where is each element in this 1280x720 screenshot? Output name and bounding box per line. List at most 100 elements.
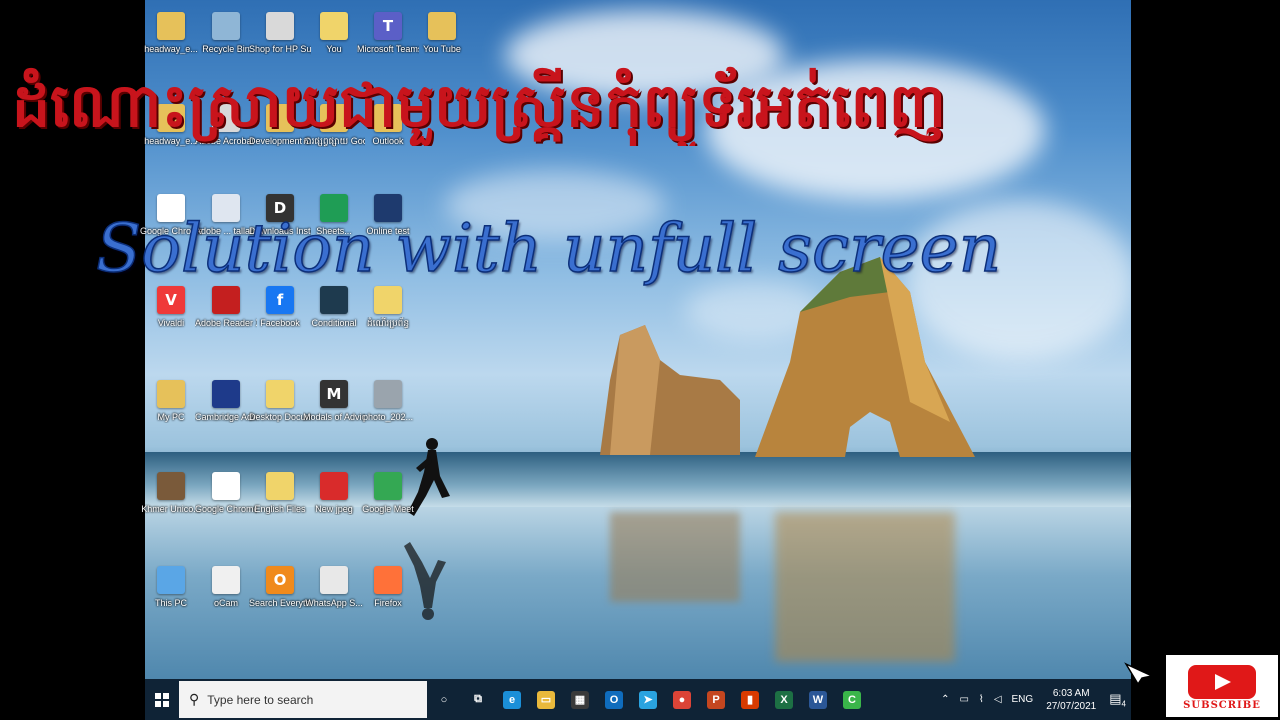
search-placeholder: Type here to search <box>207 692 314 707</box>
network-icon[interactable]: ⌇ <box>979 694 984 705</box>
desktop-icon-label: Cambridge Advanced... <box>195 412 257 422</box>
word-icon: W <box>809 690 827 709</box>
desktop-icon-label: WhatsApp S... <box>305 598 363 608</box>
clock-date: 27/07/2021 <box>1046 700 1097 712</box>
app-icon: f <box>266 286 294 314</box>
camtasia-icon: C <box>843 690 861 709</box>
desktop-icon-label: Recycle Bin <box>202 44 250 54</box>
clock[interactable]: 6:03 AM 27/07/2021 <box>1046 687 1096 713</box>
outlook-icon: O <box>605 690 623 709</box>
taskbar-app-edge[interactable]: e <box>495 679 529 720</box>
desktop-icon[interactable]: headway_e... <box>140 12 202 55</box>
desktop-icon-label: oCam <box>213 598 238 608</box>
notification-icon[interactable]: ▤4 <box>1109 691 1126 709</box>
taskbar-app-word[interactable]: W <box>801 679 835 720</box>
app-icon <box>157 566 185 594</box>
desktop-icon[interactable]: Desktop Documents <box>249 380 311 423</box>
app-icon <box>266 472 294 500</box>
app-icon <box>212 472 240 500</box>
desktop-icon[interactable]: WhatsApp S... <box>303 566 365 609</box>
subscribe-label: SUBSCRIBE <box>1183 700 1261 711</box>
taskbar-app-office[interactable]: ▮ <box>733 679 767 720</box>
app-icon <box>320 286 348 314</box>
app-icon <box>374 286 402 314</box>
desktop-icon-label: Search Everything <box>249 598 311 608</box>
desktop-icon[interactable]: English Files <box>249 472 311 515</box>
chrome-icon: ● <box>673 690 691 709</box>
taskbar-app-cortana[interactable]: ○ <box>427 679 461 720</box>
rock-reflection-left <box>610 512 740 602</box>
windows-logo-icon <box>155 692 169 707</box>
desktop-icon[interactable]: Khmer Unico... <box>140 472 202 515</box>
desktop-icon[interactable]: Cambridge Advanced... <box>195 380 257 423</box>
desktop-icon-label: You <box>326 44 342 54</box>
taskbar-app-powerpoint[interactable]: P <box>699 679 733 720</box>
task-view-icon: ⧉ <box>474 693 482 705</box>
app-icon: T <box>374 12 402 40</box>
desktop-icon[interactable]: Google Meet <box>357 472 419 515</box>
desktop-icon[interactable]: New jpeg <box>303 472 365 515</box>
desktop-icon[interactable]: Shop for HP Supplies <box>249 12 311 55</box>
app-icon <box>266 12 294 40</box>
subscribe-button[interactable]: SUBSCRIBE <box>1166 655 1278 717</box>
app-icon <box>266 380 294 408</box>
desktop-icon-label: Conditional <box>311 318 357 328</box>
desktop-icon-label: My PC <box>157 412 185 422</box>
desktop-icon[interactable]: oCam <box>195 566 257 609</box>
cortana-icon: ○ <box>440 693 448 706</box>
office-icon: ▮ <box>741 690 759 709</box>
app-icon <box>428 12 456 40</box>
taskbar-app-outlook[interactable]: O <box>597 679 631 720</box>
chevron-up-icon[interactable]: ⌃ <box>941 694 949 705</box>
khmer-title-overlay: ដំណោះស្រាយជាមួយស្រ្គីនកុំព្យូទ័រអត់ពេញ <box>12 71 946 141</box>
desktop-icon[interactable]: Conditional <box>303 286 365 329</box>
desktop-icon[interactable]: Adobe Reader XI <box>195 286 257 329</box>
edge-icon: e <box>503 690 521 709</box>
desktop-icon-label: Shop for HP Supplies <box>249 44 311 54</box>
volume-icon[interactable]: ◁ <box>994 694 1002 705</box>
desktop-icon-label: Microsoft Teams <box>357 44 419 54</box>
desktop-icon-label: photo_202... <box>362 412 414 422</box>
taskbar-app-excel[interactable]: X <box>767 679 801 720</box>
excel-icon: X <box>775 690 793 709</box>
app-icon <box>212 380 240 408</box>
app-icon <box>374 566 402 594</box>
taskbar-app-task-view[interactable]: ⧉ <box>461 679 495 720</box>
battery-icon[interactable]: ▭ <box>959 694 968 705</box>
youtube-play-icon <box>1188 665 1256 699</box>
desktop-icon-label: Google Chrome <box>195 504 257 514</box>
language-indicator[interactable]: ENG <box>1012 694 1034 705</box>
app-icon <box>374 380 402 408</box>
desktop-icon[interactable]: This PC <box>140 566 202 609</box>
start-button[interactable] <box>145 679 179 720</box>
desktop-icon-label: Google Meet <box>362 504 414 514</box>
taskbar-app-telegram[interactable]: ➤ <box>631 679 665 720</box>
desktop-icon-label: ដំណើរប្រព័ន្ធ <box>366 318 410 328</box>
desktop-icon[interactable]: M Modals of Advice 1 - ... <box>303 380 365 423</box>
desktop-icon-label: Facebook <box>260 318 300 328</box>
clock-time: 6:03 AM <box>1052 687 1090 699</box>
desktop-icon[interactable]: V Vivaldi <box>140 286 202 329</box>
desktop-icon[interactable]: You <box>303 12 365 55</box>
taskbar-app-file-explorer[interactable]: ▭ <box>529 679 563 720</box>
taskbar-app-store[interactable]: ▦ <box>563 679 597 720</box>
taskbar-app-chrome[interactable]: ● <box>665 679 699 720</box>
desktop-icon[interactable]: photo_202... <box>357 380 419 423</box>
desktop-icon[interactable]: ដំណើរប្រព័ន្ធ <box>357 286 419 329</box>
desktop-icon[interactable]: You Tube <box>411 12 473 55</box>
rock-left <box>600 325 740 455</box>
desktop-icon[interactable]: My PC <box>140 380 202 423</box>
taskbar-app-camtasia[interactable]: C <box>835 679 869 720</box>
telegram-icon: ➤ <box>639 690 657 709</box>
desktop-icon[interactable]: Firefox <box>357 566 419 609</box>
desktop-icon[interactable]: O Search Everything <box>249 566 311 609</box>
app-icon <box>320 566 348 594</box>
taskbar-search-box[interactable]: ⚲ Type here to search <box>179 681 427 718</box>
system-tray: ⌃ ▭ ⌇ ◁ ENG 6:03 AM 27/07/2021 ▤4 <box>936 679 1131 720</box>
file-explorer-icon: ▭ <box>537 690 555 709</box>
desktop-icon[interactable]: Recycle Bin <box>195 12 257 55</box>
notification-count: 4 <box>1121 699 1126 709</box>
desktop-icon[interactable]: f Facebook <box>249 286 311 329</box>
desktop-icon[interactable]: Google Chrome <box>195 472 257 515</box>
desktop-icon[interactable]: T Microsoft Teams <box>357 12 419 55</box>
